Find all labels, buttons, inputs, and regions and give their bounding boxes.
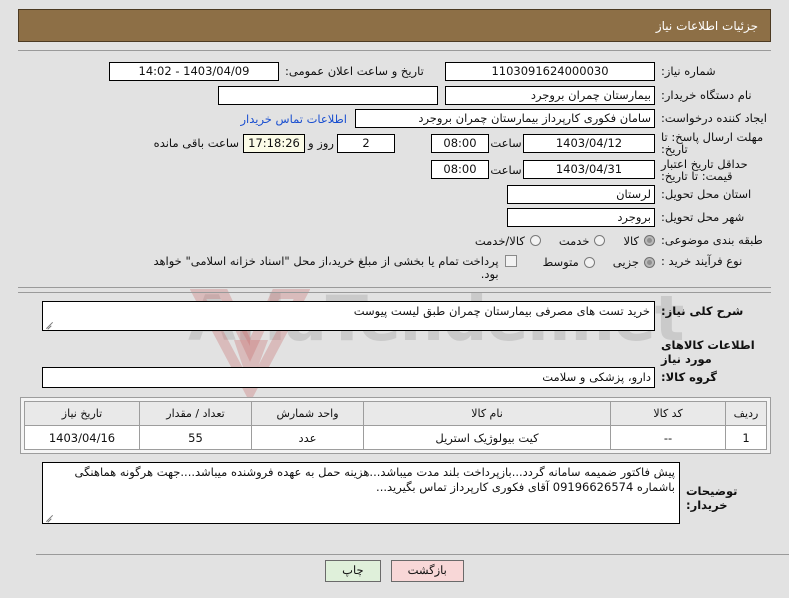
need-summary-text: خرید تست های مصرفی بیمارستان چمران طبق ل… — [353, 304, 650, 318]
radio-jozee-icon[interactable] — [644, 256, 655, 268]
cell-unit: عدد — [251, 425, 364, 450]
treasury-checkbox-row[interactable]: پرداخت تمام یا بخشی از مبلغ خرید،از محل … — [139, 255, 517, 281]
radio-khedmat-icon[interactable] — [594, 235, 606, 246]
price-valid-hour-label: ساعت — [490, 162, 522, 177]
cell-qty: 55 — [139, 425, 252, 450]
buyer-org-value: بیمارستان چمران بروجرد — [445, 86, 655, 105]
row-creator: ایجاد کننده درخواست: سامان فکوری کارپردا… — [18, 107, 771, 130]
buyer-org-label: نام دستگاه خریدار: — [661, 88, 752, 102]
category-label: طبقه بندی موضوعی: — [661, 233, 763, 247]
announce-label: تاریخ و ساعت اعلان عمومی: — [285, 63, 424, 78]
resize-grip-icon[interactable] — [45, 320, 54, 329]
announce-value: 1403/04/09 - 14:02 — [109, 61, 279, 81]
back-button[interactable]: بازگشت — [390, 560, 464, 582]
goods-info-heading: اطلاعات کالاهای مورد نیاز — [661, 338, 755, 366]
category-option-khedmat[interactable]: خدمت — [559, 234, 606, 248]
buyer-notes-value[interactable]: پیش فاکتور ضمیمه سامانه گردد...بازپرداخت… — [42, 462, 680, 524]
table-header-row: ردیف کد کالا نام کالا واحد شمارش تعداد /… — [24, 401, 767, 426]
goods-table: ردیف کد کالا نام کالا واحد شمارش تعداد /… — [24, 401, 767, 450]
process-label: نوع فرآیند خرید : — [661, 254, 743, 268]
buyer-contact-link[interactable]: اطلاعات تماس خریدار — [240, 112, 347, 126]
resize-grip-icon-notes[interactable] — [45, 513, 54, 522]
row-buyer-notes: توضیحات خریدار: پیش فاکتور ضمیمه سامانه … — [18, 462, 771, 524]
deadline-hour-label: ساعت — [490, 136, 522, 150]
row-goods-heading: اطلاعات کالاهای مورد نیاز — [18, 338, 771, 366]
creator-value: سامان فکوری کارپرداز بیمارستان چمران برو… — [355, 109, 655, 128]
process-option-0-label: جزیی — [612, 255, 639, 269]
price-valid-time: 08:00 — [431, 160, 489, 179]
need-summary-value[interactable]: خرید تست های مصرفی بیمارستان چمران طبق ل… — [42, 301, 655, 331]
remaining-word-label: ساعت باقی مانده — [153, 136, 239, 150]
price-valid-label: حداقل تاریخ اعتبار قیمت: تا تاریخ: — [661, 156, 748, 183]
print-button[interactable]: چاپ — [325, 560, 381, 582]
category-option-kala[interactable]: کالا — [623, 234, 655, 248]
table-row: 1 -- کیت بیولوژیک استریل عدد 55 1403/04/… — [24, 425, 767, 450]
buyer-notes-label: توضیحات خریدار: — [686, 484, 738, 512]
row-deadline: مهلت ارسال پاسخ: تا تاریخ: 1403/04/12 سا… — [18, 130, 771, 156]
process-option-jozee[interactable]: جزیی — [613, 255, 655, 269]
row-price-validity: حداقل تاریخ اعتبار قیمت: تا تاریخ: 1403/… — [18, 156, 771, 183]
category-option-kala-khedmat[interactable]: کالا/خدمت — [475, 234, 541, 248]
days-remaining-value: 2 — [337, 133, 395, 153]
window-title-bar: جزئیات اطلاعات نیاز — [18, 9, 771, 42]
radio-kala-icon[interactable] — [644, 235, 655, 246]
buyer-notes-text: پیش فاکتور ضمیمه سامانه گردد...بازپرداخت… — [74, 465, 676, 494]
details-panel: شماره نیاز: 1103091624000030 تاریخ و ساع… — [18, 50, 771, 590]
deadline-label: مهلت ارسال پاسخ: تا تاریخ: — [661, 130, 764, 156]
days-word-label: روز و — [308, 136, 334, 150]
cell-date: 1403/04/16 — [24, 425, 140, 450]
creator-label: ایجاد کننده درخواست: — [661, 111, 767, 125]
price-valid-date: 1403/04/31 — [523, 160, 655, 179]
countdown-timer: 17:18:26 — [243, 133, 305, 153]
goods-group-label: گروه کالا: — [661, 370, 717, 384]
col-code: کد کالا — [610, 401, 726, 426]
category-option-1-label: خدمت — [558, 233, 590, 248]
city-value: بروجرد — [507, 208, 655, 227]
process-option-1-label: متوسط — [542, 255, 579, 269]
cell-code: -- — [610, 425, 726, 450]
goods-table-container: ردیف کد کالا نام کالا واحد شمارش تعداد /… — [20, 397, 771, 454]
process-option-motevaset[interactable]: متوسط — [543, 255, 595, 269]
cell-name: کیت بیولوژیک استریل — [363, 425, 611, 450]
col-name: نام کالا — [363, 401, 611, 426]
row-category: طبقه بندی موضوعی: کالا خدمت کالا/خدمت — [18, 229, 771, 252]
page-title: جزئیات اطلاعات نیاز — [655, 18, 758, 33]
cell-radif: 1 — [725, 425, 767, 450]
radio-kala-khedmat-icon[interactable] — [529, 235, 541, 246]
need-summary-label: شرح کلی نیاز: — [661, 304, 744, 318]
province-value: لرستان — [507, 185, 655, 204]
page-root: AriaTender.net جزئیات اطلاعات نیاز شماره… — [0, 0, 789, 598]
treasury-checkbox-label: پرداخت تمام یا بخشی از مبلغ خرید،از محل … — [153, 254, 499, 281]
row-need-summary: شرح کلی نیاز: خرید تست های مصرفی بیمارست… — [18, 293, 771, 341]
footer-buttons: بازگشت چاپ — [0, 560, 789, 582]
goods-group-value: دارو، پزشکی و سلامت — [42, 366, 655, 388]
row-need-number: شماره نیاز: 1103091624000030 تاریخ و ساع… — [18, 51, 771, 84]
need-number-label: شماره نیاز: — [661, 63, 716, 78]
deadline-date: 1403/04/12 — [523, 133, 655, 153]
radio-motevaset-icon[interactable] — [583, 256, 595, 268]
need-number-value: 1103091624000030 — [445, 61, 655, 81]
deadline-time: 08:00 — [431, 133, 489, 153]
col-qty: تعداد / مقدار — [139, 401, 252, 426]
category-option-2-label: کالا/خدمت — [474, 233, 525, 248]
row-city: شهر محل تحویل: بروجرد — [18, 206, 771, 229]
row-buyer-org: نام دستگاه خریدار: بیمارستان چمران بروجر… — [18, 84, 771, 107]
province-label: استان محل تحویل: — [661, 187, 752, 201]
city-label: شهر محل تحویل: — [661, 210, 745, 224]
category-option-0-label: کالا — [623, 233, 639, 248]
row-province: استان محل تحویل: لرستان — [18, 183, 771, 206]
col-date: تاریخ نیاز — [24, 401, 140, 426]
buyer-org-value-extra — [218, 86, 438, 105]
col-radif: ردیف — [725, 401, 767, 426]
treasury-checkbox[interactable] — [504, 255, 517, 267]
row-goods-group: گروه کالا: دارو، پزشکی و سلامت — [18, 363, 771, 391]
row-process-type: نوع فرآیند خرید : جزیی متوسط پرداخت تمام… — [18, 252, 771, 281]
col-unit: واحد شمارش — [251, 401, 364, 426]
